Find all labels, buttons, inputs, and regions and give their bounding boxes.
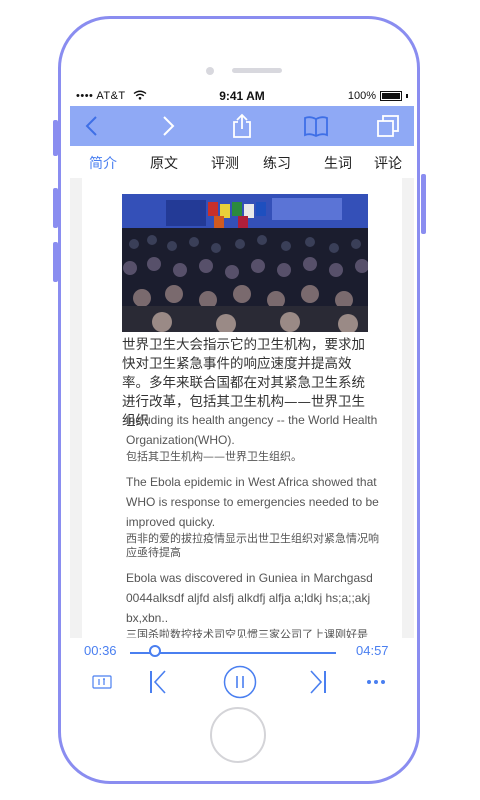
book-icon[interactable]	[302, 112, 330, 140]
paragraph-1: including its health angency -- the Worl…	[126, 410, 388, 464]
top-toolbar	[70, 106, 414, 146]
battery-tip	[406, 94, 408, 98]
battery-percent: 100%	[347, 90, 376, 102]
copy-icon[interactable]	[374, 112, 402, 140]
paragraph-2-chinese: 西非的爱的拔拉疫情显示出世卫生组织对紧急情况响应亟待提高	[126, 532, 379, 559]
tab-intro[interactable]: 简介	[89, 153, 117, 173]
earpiece-speaker	[232, 68, 282, 73]
tab-practice[interactable]: 练习	[263, 153, 291, 173]
audio-player: 00:36 04:57	[70, 638, 414, 706]
share-icon[interactable]	[228, 112, 256, 140]
current-time: 00:36	[84, 643, 117, 658]
battery-indicator: 100%	[348, 90, 408, 102]
paragraph-3-chinese: 三国杀啦数控技术司空见惯三家公司了上课刚好是	[126, 628, 368, 638]
tab-comments[interactable]: 评论	[374, 153, 402, 173]
home-button[interactable]	[210, 707, 266, 763]
paragraph-2-english: The Ebola epidemic in West Africa showed…	[126, 475, 379, 529]
pause-button[interactable]	[222, 665, 258, 699]
tab-evaluation[interactable]: 评测	[211, 153, 239, 173]
front-camera	[206, 67, 214, 75]
paragraph-1-chinese: 包括其卫生机构——世界卫生组织。	[126, 450, 302, 463]
status-bar: •••• AT&T 9:41 AM 100%	[70, 86, 414, 106]
power-button	[421, 174, 426, 234]
battery-icon	[380, 91, 402, 101]
back-icon[interactable]	[78, 112, 106, 140]
paragraph-3-english: Ebola was discovered in Guniea in Marchg…	[126, 571, 373, 625]
paragraph-1-english: including its health angency -- the Worl…	[126, 413, 378, 447]
more-icon[interactable]	[364, 666, 388, 698]
subtitle-icon[interactable]	[90, 666, 114, 698]
paragraph-2: The Ebola epidemic in West Africa showed…	[126, 472, 388, 560]
article-photo	[122, 194, 368, 332]
tab-vocabulary[interactable]: 生词	[324, 153, 352, 173]
paragraph-3: Ebola was discovered in Guniea in Marchg…	[126, 568, 388, 638]
progress-knob[interactable]	[148, 645, 161, 657]
tab-original[interactable]: 原文	[150, 153, 178, 173]
forward-icon[interactable]	[154, 112, 182, 140]
next-icon[interactable]	[306, 666, 330, 698]
tab-bar: 简介 原文 评测 练习 生词 评论	[70, 146, 414, 178]
previous-icon[interactable]	[146, 666, 170, 698]
screen: •••• AT&T 9:41 AM 100% 简介 原文 评测 练习 生词 评论…	[70, 86, 414, 706]
article-content: 世界卫生大会指示它的卫生机构，要求加快对卫生紧急事件的响应速度并提高效率。多年来…	[82, 178, 402, 638]
progress-track[interactable]	[130, 652, 336, 654]
total-time: 04:57	[356, 643, 389, 658]
